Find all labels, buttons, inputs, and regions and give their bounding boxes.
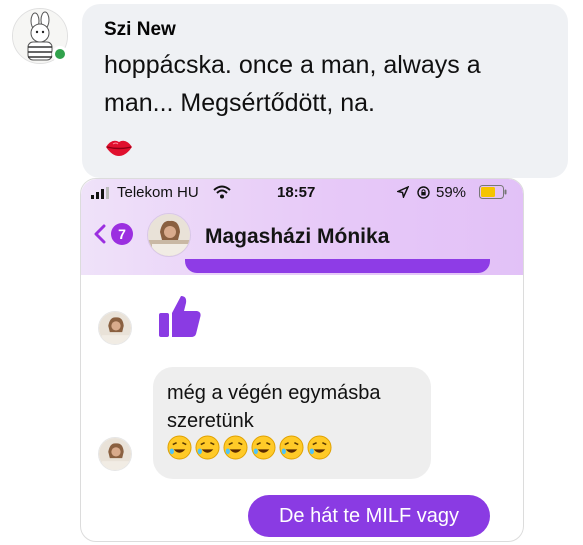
rotation-lock-icon — [417, 186, 430, 199]
status-time: 18:57 — [277, 184, 316, 201]
emoji-group — [167, 435, 332, 460]
profile-photo-icon — [99, 312, 131, 344]
chat-header: Telekom HU 18:57 59% 7 Magasházi Mónika — [81, 179, 523, 275]
contact-avatar[interactable] — [147, 213, 191, 257]
signal-strength-icon — [91, 187, 109, 199]
received-message-bubble[interactable]: még a végén egymásba szeretünk — [153, 367, 431, 479]
messenger-screenshot-image[interactable]: Telekom HU 18:57 59% 7 Magasházi Mónika … — [80, 178, 524, 542]
battery-percentage: 59% — [436, 184, 467, 201]
rofl-icon — [223, 435, 248, 460]
contact-name[interactable]: Magasházi Mónika — [205, 225, 389, 249]
location-arrow-icon — [397, 186, 409, 198]
rofl-icon — [195, 435, 220, 460]
thumbs-up-icon — [159, 296, 201, 337]
rofl-icon — [167, 435, 192, 460]
profile-photo-icon — [99, 438, 131, 470]
rofl-icon — [307, 435, 332, 460]
carrier-name: Telekom HU — [117, 184, 199, 201]
rofl-icon — [279, 435, 304, 460]
rofl-icon — [251, 435, 276, 460]
lips-icon — [106, 140, 132, 156]
received-message-text: még a végén egymásba szeretünk — [167, 382, 381, 432]
back-chevron-icon[interactable] — [93, 224, 107, 244]
comment-text: hoppácska. once a man, always a man... M… — [104, 51, 481, 117]
previous-message-bubble — [185, 259, 490, 273]
sent-message-bubble[interactable]: De hát te MILF vagy — [248, 495, 490, 537]
comment-bubble: Szi New hoppácska. once a man, always a … — [82, 4, 568, 178]
sender-avatar[interactable] — [98, 311, 132, 345]
status-bar: Telekom HU 18:57 59% — [81, 179, 523, 207]
sender-avatar[interactable] — [98, 437, 132, 471]
comment-author-name[interactable]: Szi New — [104, 18, 548, 42]
battery-icon — [479, 185, 507, 199]
unread-count-badge[interactable]: 7 — [111, 223, 133, 245]
wifi-icon — [213, 185, 231, 199]
profile-photo-icon — [148, 214, 190, 256]
online-status-dot — [52, 46, 68, 62]
